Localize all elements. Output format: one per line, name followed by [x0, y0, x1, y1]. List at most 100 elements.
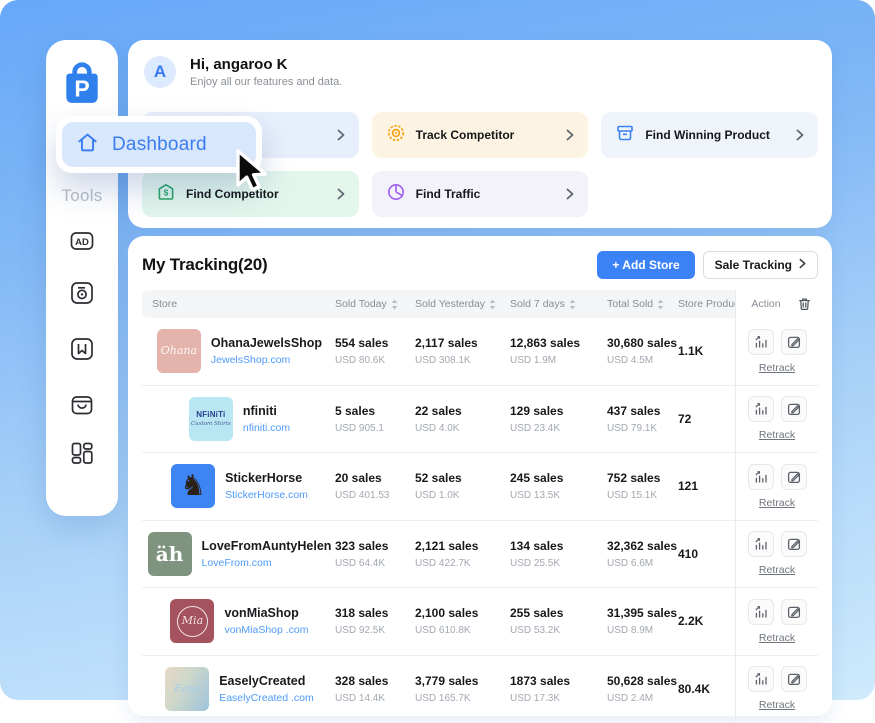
store-domain-link[interactable]: JewelsShop.com: [211, 354, 322, 366]
sold-yesterday-cell: 3,779 sales USD 165.7K: [415, 656, 510, 723]
store-logo: Ease: [165, 667, 209, 711]
column-header-sold-yesterday[interactable]: Sold Yesterday: [415, 290, 510, 318]
feature-card-find-winning-product[interactable]: Find Winning Product: [601, 112, 818, 158]
sold-yesterday-cell: 52 sales USD 1.0K: [415, 453, 510, 520]
sort-icon: [489, 299, 496, 310]
column-header-action: Action: [735, 290, 818, 318]
store-domain-link[interactable]: StickerHorse.com: [225, 489, 308, 501]
analytics-button[interactable]: [748, 666, 774, 692]
column-header-store: Store: [142, 290, 335, 318]
column-header-total-sold[interactable]: Total Sold: [607, 290, 678, 318]
edit-button[interactable]: [781, 464, 807, 490]
bookmark-icon[interactable]: [69, 336, 95, 362]
analytics-button[interactable]: [748, 464, 774, 490]
sold-today-cell: 323 sales USD 64.4K: [335, 521, 415, 588]
sort-icon: [391, 299, 398, 310]
table-header: Store Sold Today Sold Yesterday Sold 7 d…: [142, 290, 818, 318]
store-domain-link[interactable]: vonMiaShop .com: [224, 624, 308, 636]
store-logo: Mia: [170, 599, 214, 643]
edit-button[interactable]: [781, 531, 807, 557]
sold-7-days-cell: 1873 sales USD 17.3K: [510, 656, 607, 723]
store-logo: Ohana: [157, 329, 201, 373]
pie-chart-icon: [386, 182, 406, 207]
sold-7-days-cell: 134 sales USD 25.5K: [510, 521, 607, 588]
trash-icon[interactable]: [796, 295, 813, 313]
table-row: Ohana OhanaJewelsShop JewelsShop.com 554…: [142, 318, 818, 386]
svg-text:$: $: [164, 187, 169, 197]
shop-dollar-icon: $: [156, 182, 176, 207]
column-header-sold-7-days[interactable]: Sold 7 days: [510, 290, 607, 318]
tracking-title: My Tracking(20): [142, 255, 597, 275]
action-cell: Retrack: [735, 521, 818, 588]
store-icon[interactable]: [69, 392, 95, 418]
column-header-store-products[interactable]: Store Products: [678, 290, 735, 318]
store-logo: ♞: [171, 464, 215, 508]
edit-button[interactable]: [781, 396, 807, 422]
total-sold-cell: 32,362 sales USD 6.6M: [607, 521, 678, 588]
store-name: EaselyCreated: [219, 674, 314, 688]
table-row: Ease EaselyCreated EaselyCreated .com 32…: [142, 656, 818, 723]
sale-tracking-button[interactable]: Sale Tracking: [703, 251, 818, 279]
store-products-cell: 1.1K: [678, 318, 735, 385]
store-domain-link[interactable]: nfiniti.com: [243, 422, 290, 434]
analytics-button[interactable]: [748, 599, 774, 625]
apps-icon[interactable]: [69, 440, 95, 466]
store-products-cell: 121: [678, 453, 735, 520]
retrack-link[interactable]: Retrack: [759, 497, 795, 509]
retrack-link[interactable]: Retrack: [759, 429, 795, 441]
chevron-right-icon: [796, 129, 804, 141]
table-row: NFiNiTi Custom Shirts nfiniti nfiniti.co…: [142, 386, 818, 454]
greeting-block: A Hi, angaroo K Enjoy all our features a…: [128, 40, 832, 88]
app-logo-icon[interactable]: P: [61, 60, 103, 111]
analytics-button[interactable]: [748, 396, 774, 422]
greeting-subtitle: Enjoy all our features and data.: [190, 76, 342, 88]
sort-icon: [569, 299, 576, 310]
tracking-table: Store Sold Today Sold Yesterday Sold 7 d…: [142, 290, 818, 723]
edit-button[interactable]: [781, 329, 807, 355]
store-products-cell: 72: [678, 386, 735, 453]
total-sold-cell: 31,395 sales USD 8.9M: [607, 588, 678, 655]
store-products-cell: 80.4K: [678, 656, 735, 723]
sort-icon: [657, 299, 664, 310]
total-sold-cell: 30,680 sales USD 4.5M: [607, 318, 678, 385]
total-sold-cell: 752 sales USD 15.1K: [607, 453, 678, 520]
table-body: Ohana OhanaJewelsShop JewelsShop.com 554…: [142, 318, 818, 723]
edit-button[interactable]: [781, 666, 807, 692]
store-domain-link[interactable]: LoveFrom.com: [202, 557, 332, 569]
column-header-sold-today[interactable]: Sold Today: [335, 290, 415, 318]
action-cell: Retrack: [735, 386, 818, 453]
feature-card-track-competitor[interactable]: Track Competitor: [372, 112, 589, 158]
retrack-link[interactable]: Retrack: [759, 699, 795, 711]
sold-today-cell: 554 sales USD 80.6K: [335, 318, 415, 385]
greeting-text: Hi, angaroo K: [190, 56, 342, 73]
total-sold-cell: 437 sales USD 79.1K: [607, 386, 678, 453]
analytics-button[interactable]: [748, 531, 774, 557]
retrack-link[interactable]: Retrack: [759, 564, 795, 576]
my-tracking-panel: My Tracking(20) + Add Store Sale Trackin…: [128, 236, 832, 716]
ads-icon[interactable]: AD: [69, 228, 95, 254]
action-cell: Retrack: [735, 318, 818, 385]
tracker-icon[interactable]: [69, 280, 95, 306]
sold-yesterday-cell: 2,117 sales USD 308.1K: [415, 318, 510, 385]
feature-card-find-traffic[interactable]: Find Traffic: [372, 171, 589, 217]
sold-today-cell: 5 sales USD 905.1: [335, 386, 415, 453]
home-icon: [76, 131, 99, 159]
store-domain-link[interactable]: EaselyCreated .com: [219, 692, 314, 704]
add-store-button[interactable]: + Add Store: [597, 251, 694, 279]
chevron-right-icon: [799, 258, 806, 272]
sold-yesterday-cell: 2,121 sales USD 422.7K: [415, 521, 510, 588]
action-cell: Retrack: [735, 656, 818, 723]
retrack-link[interactable]: Retrack: [759, 362, 795, 374]
store-logo: äh: [148, 532, 192, 576]
product-box-icon: [615, 123, 635, 148]
analytics-button[interactable]: [748, 329, 774, 355]
store-logo: NFiNiTi Custom Shirts: [189, 397, 233, 441]
sidebar-item-dashboard[interactable]: Dashboard: [62, 122, 256, 167]
store-products-cell: 2.2K: [678, 588, 735, 655]
edit-button[interactable]: [781, 599, 807, 625]
mouse-cursor-icon: [228, 146, 276, 199]
avatar: A: [144, 56, 176, 88]
chevron-right-icon: [337, 188, 345, 200]
retrack-link[interactable]: Retrack: [759, 632, 795, 644]
table-row: Mia vonMiaShop vonMiaShop .com 318 sales…: [142, 588, 818, 656]
